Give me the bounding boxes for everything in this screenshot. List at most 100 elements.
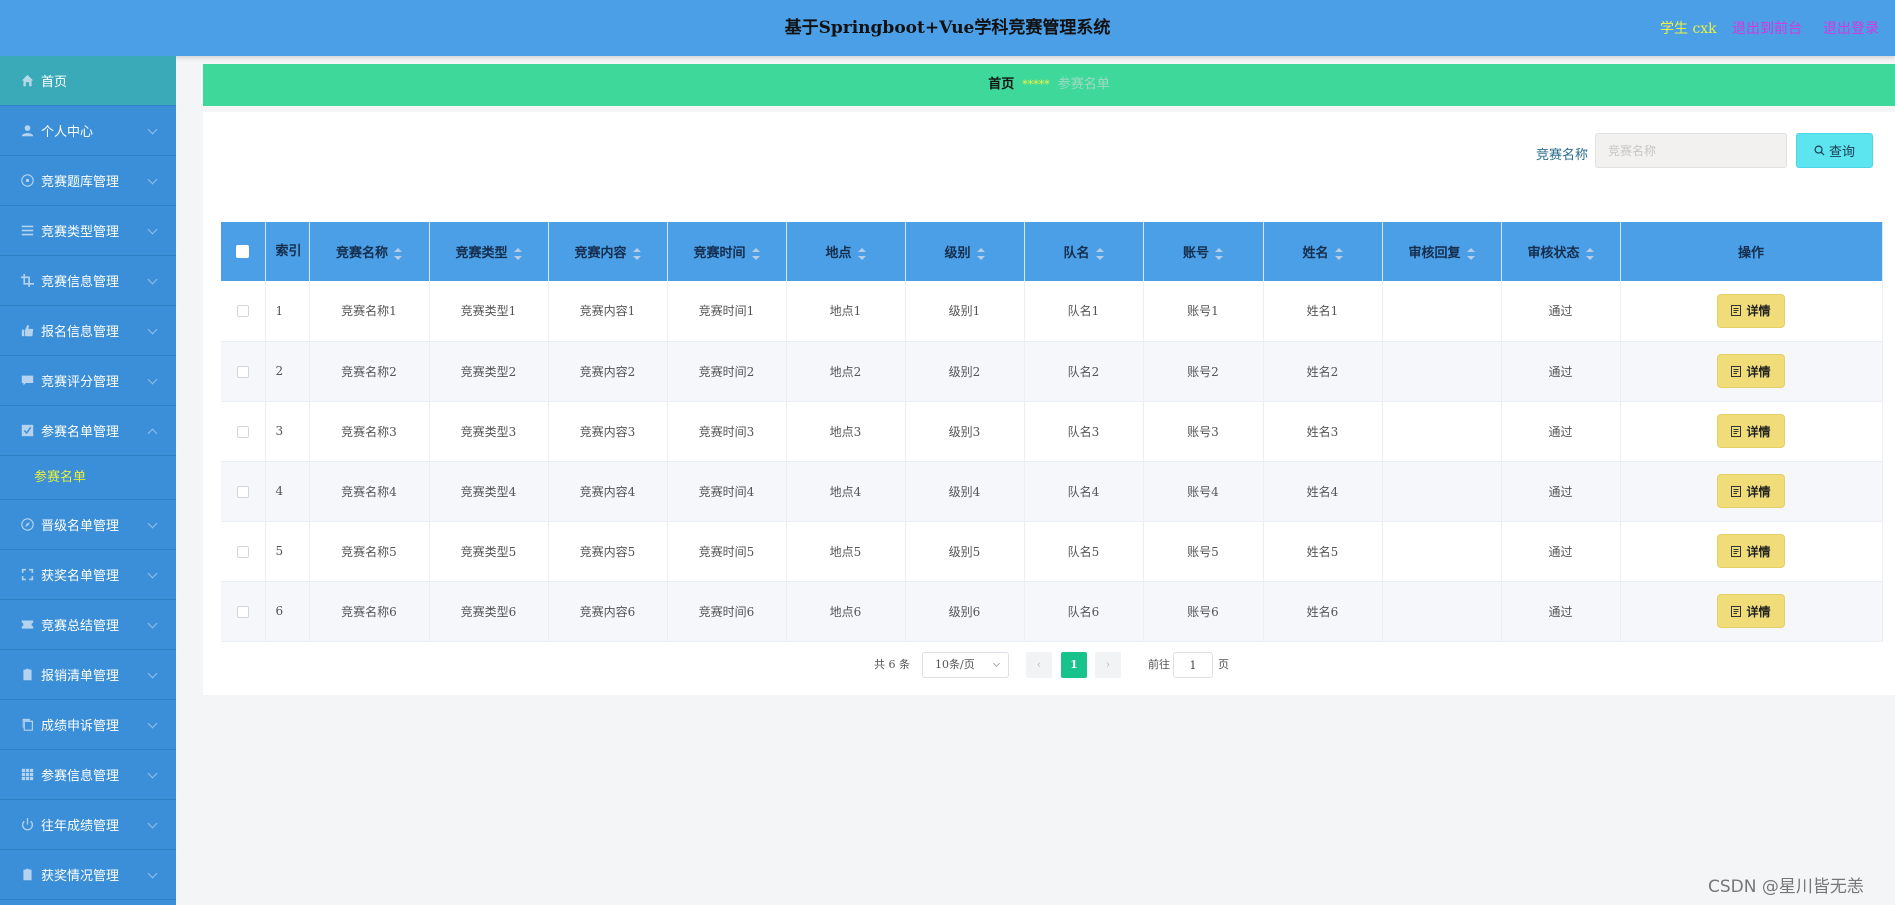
column-header-label: 级别 <box>944 246 971 261</box>
column-header-person-name[interactable]: 姓名 <box>1263 222 1383 281</box>
sidebar-item-question-bank[interactable]: 竞赛题库管理 <box>0 156 176 206</box>
column-header-type[interactable]: 竞赛类型 <box>429 222 549 281</box>
column-header-review-reply[interactable]: 审核回复 <box>1382 222 1502 281</box>
sidebar-item-participation-info[interactable]: 参赛信息管理 <box>0 750 176 800</box>
sidebar-item-past-scores[interactable]: 往年成绩管理 <box>0 800 176 850</box>
table-cell: 级别1 <box>905 281 1025 342</box>
prev-page-button[interactable]: ‹ <box>1026 652 1052 678</box>
column-header-index: 索引 <box>265 222 310 281</box>
sidebar-item-label: 报销清单管理 <box>41 669 120 684</box>
table-cell: 竞赛类型6 <box>429 581 549 642</box>
select-all-checkbox[interactable] <box>236 245 250 258</box>
sort-icon[interactable] <box>857 247 866 260</box>
sidebar-item-label: 报名信息管理 <box>41 325 120 340</box>
table-header-row: 索引 竞赛名称 竞赛类型 竞赛内容 竞赛时间 地点 级别 队名 账号 姓名 审核… <box>221 222 1883 281</box>
sort-icon[interactable] <box>513 247 522 260</box>
search-input[interactable] <box>1595 133 1787 168</box>
sidebar-item-summary[interactable]: 竞赛总结管理 <box>0 600 176 650</box>
sidebar-item-competition-info[interactable]: 竞赛信息管理 <box>0 256 176 306</box>
sidebar-item-award-status[interactable]: 获奖情况管理 <box>0 850 176 900</box>
power-icon <box>20 818 34 832</box>
table-cell <box>1382 341 1502 402</box>
row-checkbox[interactable] <box>236 365 249 378</box>
table-cell: 地点5 <box>786 521 906 582</box>
column-header-review-status[interactable]: 审核状态 <box>1501 222 1621 281</box>
row-checkbox[interactable] <box>236 545 249 558</box>
chevron-down-icon <box>147 818 158 829</box>
checkbox-icon <box>20 424 34 438</box>
sort-icon[interactable] <box>976 247 985 260</box>
column-header-account[interactable]: 账号 <box>1143 222 1264 281</box>
sidebar-item-appeal[interactable]: 成绩申诉管理 <box>0 700 176 750</box>
sidebar-item-promotion-list[interactable]: 晋级名单管理 <box>0 500 176 550</box>
table-cell: 竞赛内容1 <box>548 281 668 342</box>
breadcrumb-home[interactable]: 首页 <box>988 77 1014 92</box>
detail-button[interactable]: 详情 <box>1717 594 1785 628</box>
table-cell: 姓名3 <box>1263 401 1383 462</box>
participant-table: 索引 竞赛名称 竞赛类型 竞赛内容 竞赛时间 地点 级别 队名 账号 姓名 审核… <box>221 222 1883 642</box>
table-cell: 竞赛名称2 <box>309 341 430 402</box>
sidebar-item-label: 成绩申诉管理 <box>41 719 120 734</box>
search-button[interactable]: 查询 <box>1796 133 1873 168</box>
sort-icon[interactable] <box>1466 247 1475 260</box>
table-cell: 竞赛时间3 <box>667 401 787 462</box>
table-cell: 3 <box>265 401 310 462</box>
row-checkbox[interactable] <box>236 605 249 618</box>
chevron-up-icon <box>147 428 158 439</box>
sort-icon[interactable] <box>394 247 402 260</box>
column-header-name[interactable]: 竞赛名称 <box>309 222 430 281</box>
row-checkbox[interactable] <box>236 485 249 498</box>
detail-button[interactable]: 详情 <box>1717 534 1785 568</box>
sidebar-item-registration[interactable]: 报名信息管理 <box>0 306 176 356</box>
sort-icon[interactable] <box>1334 247 1343 260</box>
sidebar-subitem-participant-list[interactable]: 参赛名单 <box>0 456 176 500</box>
table-row: 2 竞赛名称2 竞赛类型2 竞赛内容2 竞赛时间2 地点2 级别2 队名2 账号2 姓名2 通过 详情 <box>221 341 1883 402</box>
actions-cell: 详情 <box>1620 401 1883 462</box>
table-cell <box>1382 581 1502 642</box>
row-select-cell <box>221 281 266 342</box>
goto-page-input[interactable] <box>1173 652 1213 678</box>
column-header-location[interactable]: 地点 <box>786 222 906 281</box>
sidebar-item-home[interactable]: 首页 <box>0 56 176 106</box>
detail-button-label: 详情 <box>1746 604 1771 619</box>
sort-icon[interactable] <box>1095 247 1104 260</box>
table-cell: 级别6 <box>905 581 1025 642</box>
document-icon <box>1731 365 1742 377</box>
column-header-time[interactable]: 竞赛时间 <box>667 222 787 281</box>
row-select-cell <box>221 581 266 642</box>
sort-icon[interactable] <box>1215 247 1223 260</box>
sidebar-item-participant-list[interactable]: 参赛名单管理 <box>0 406 176 456</box>
sort-icon[interactable] <box>632 247 641 260</box>
detail-button[interactable]: 详情 <box>1717 354 1785 388</box>
next-page-button[interactable]: › <box>1095 652 1121 678</box>
sidebar-item-competition-type[interactable]: 竞赛类型管理 <box>0 206 176 256</box>
sidebar-item-scoring[interactable]: 竞赛评分管理 <box>0 356 176 406</box>
logout-link[interactable]: 退出登录 <box>1823 0 1879 56</box>
chevron-down-icon <box>147 868 158 879</box>
sidebar-item-reimbursement[interactable]: 报销清单管理 <box>0 650 176 700</box>
row-checkbox[interactable] <box>236 305 249 318</box>
column-header-team[interactable]: 队名 <box>1024 222 1144 281</box>
detail-button[interactable]: 详情 <box>1717 414 1785 448</box>
page-size-select[interactable]: 10条/页 <box>922 652 1009 678</box>
back-to-front-link[interactable]: 退出到前台 <box>1732 0 1802 56</box>
sidebar-item-personal-center[interactable]: 个人中心 <box>0 106 176 156</box>
sort-icon[interactable] <box>751 247 760 260</box>
detail-button[interactable]: 详情 <box>1717 293 1785 328</box>
column-header-level[interactable]: 级别 <box>905 222 1025 281</box>
table-cell: 竞赛时间2 <box>667 341 787 402</box>
table-cell: 队名1 <box>1024 281 1144 342</box>
actions-cell: 详情 <box>1620 281 1883 342</box>
table-cell: 姓名1 <box>1263 281 1383 342</box>
row-checkbox[interactable] <box>236 425 249 438</box>
page-number-current[interactable]: 1 <box>1061 652 1087 678</box>
table-cell: 竞赛类型2 <box>429 341 549 402</box>
column-header-content[interactable]: 竞赛内容 <box>548 222 668 281</box>
search-button-label: 查询 <box>1828 145 1855 160</box>
sort-icon[interactable] <box>1585 247 1594 260</box>
table-row: 5 竞赛名称5 竞赛类型5 竞赛内容5 竞赛时间5 地点5 级别5 队名5 账号5 姓名5 通过 详情 <box>221 521 1883 582</box>
detail-button[interactable]: 详情 <box>1717 474 1785 508</box>
sidebar-item-award-list[interactable]: 获奖名单管理 <box>0 550 176 600</box>
page-size-value: 10条/页 <box>935 658 975 671</box>
table-cell: 账号3 <box>1143 401 1264 462</box>
